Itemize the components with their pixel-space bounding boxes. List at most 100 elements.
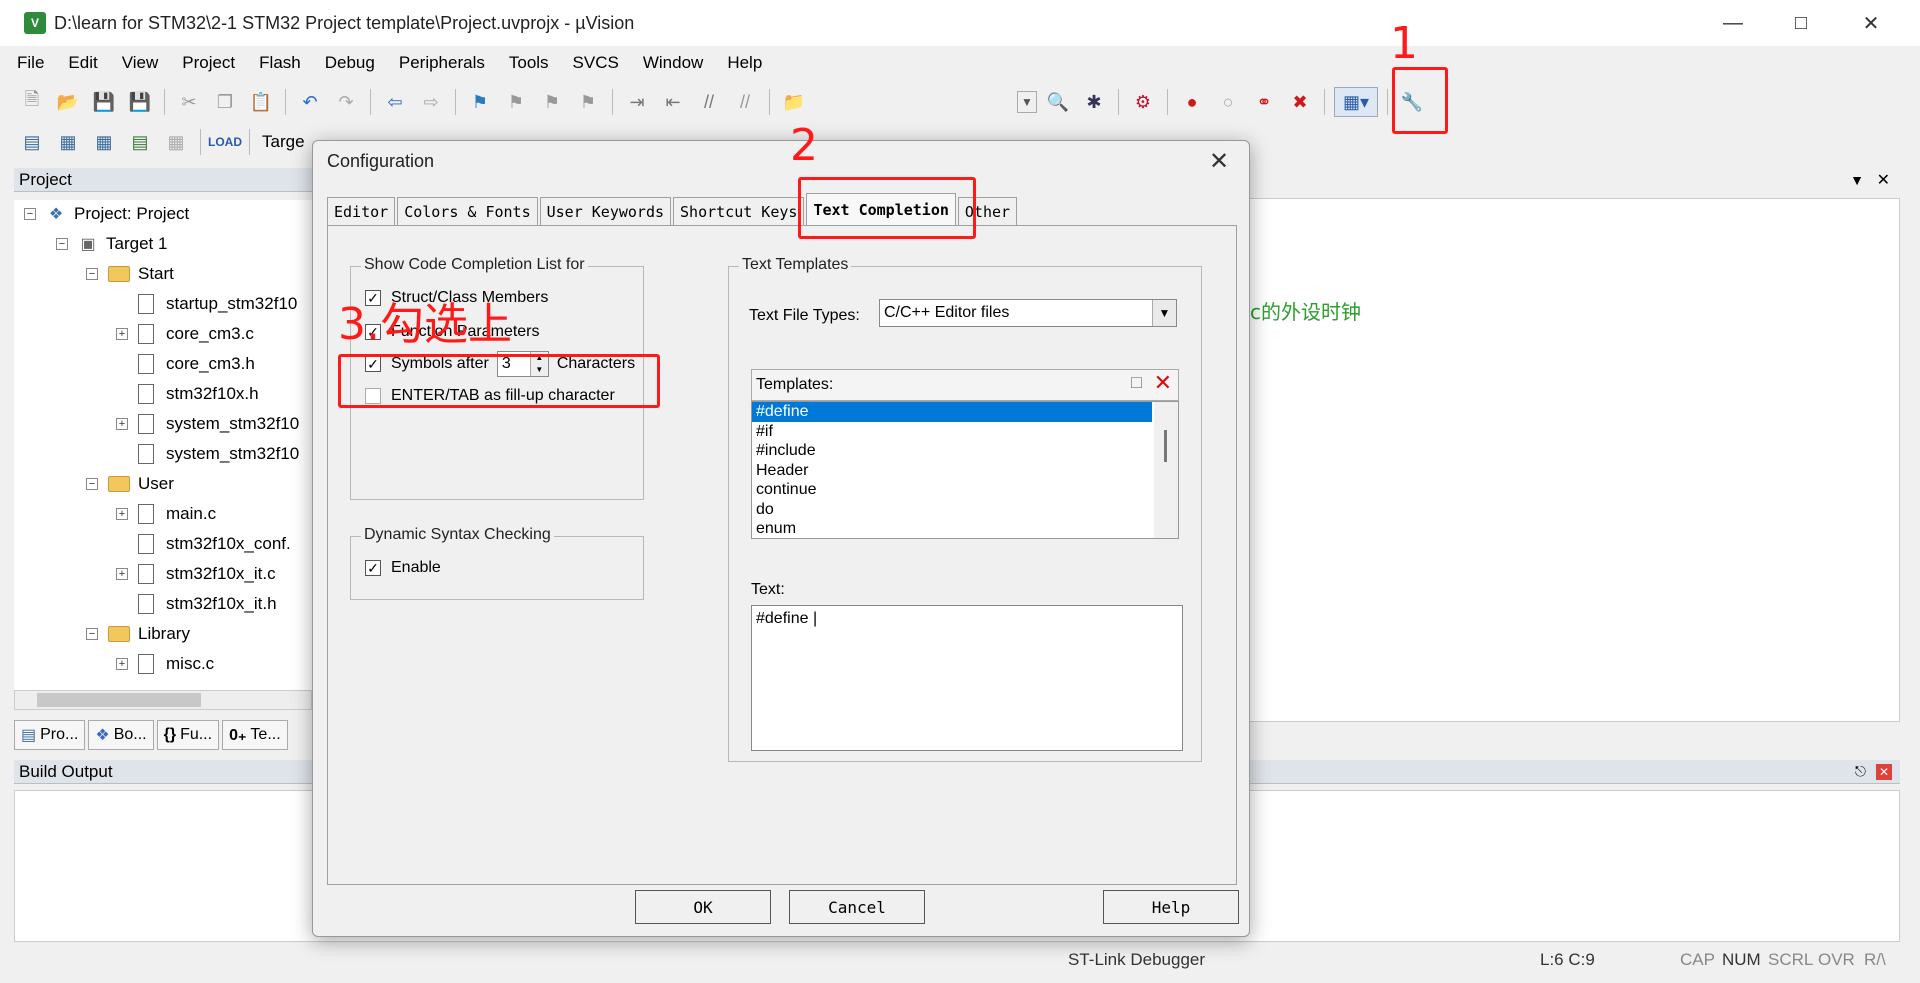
file-types-select[interactable]: C/C++ Editor files ▼ bbox=[879, 299, 1177, 327]
collapse-icon[interactable]: − bbox=[24, 208, 36, 220]
tab-books[interactable]: ❖ Bo... bbox=[88, 720, 154, 750]
collapse-icon[interactable]: − bbox=[86, 268, 98, 280]
collapse-icon[interactable]: − bbox=[56, 238, 68, 250]
tree-item[interactable]: startup_stm32f10 bbox=[138, 290, 297, 318]
stop-build-icon[interactable]: ▦ bbox=[161, 127, 191, 157]
menu-peripherals[interactable]: Peripherals bbox=[396, 53, 488, 73]
expand-icon[interactable]: + bbox=[116, 508, 128, 520]
close-panel-icon[interactable]: ✕ bbox=[1876, 763, 1892, 780]
unindent-icon[interactable]: ⇤ bbox=[658, 87, 688, 117]
bookmark-icon[interactable]: ⚑ bbox=[465, 87, 495, 117]
scrollbar-thumb[interactable] bbox=[37, 693, 201, 707]
menu-project[interactable]: Project bbox=[179, 53, 238, 73]
templates-scrollbar[interactable] bbox=[1154, 402, 1178, 538]
uncomment-icon[interactable]: // bbox=[730, 87, 760, 117]
download-icon[interactable]: LOAD bbox=[208, 127, 242, 157]
chevron-down-icon[interactable]: ▼ bbox=[1152, 300, 1176, 326]
next-bookmark-icon[interactable]: ⚑ bbox=[537, 87, 567, 117]
tab-project[interactable]: ▤ Pro... bbox=[14, 720, 86, 750]
expand-icon[interactable]: + bbox=[116, 328, 128, 340]
new-file-icon[interactable]: 🗎 bbox=[17, 87, 47, 117]
tree-item[interactable]: + system_stm32f10 bbox=[116, 410, 299, 438]
tab-user-keywords[interactable]: User Keywords bbox=[539, 197, 672, 225]
menu-tools[interactable]: Tools bbox=[506, 53, 552, 73]
tab-colors-fonts[interactable]: Colors & Fonts bbox=[397, 197, 538, 225]
target-select[interactable]: Targe bbox=[262, 132, 305, 152]
editor-close-icon[interactable]: ✕ bbox=[1877, 170, 1890, 190]
maximize-button[interactable]: □ bbox=[1778, 10, 1824, 36]
list-item[interactable]: do bbox=[752, 500, 1178, 520]
expand-icon[interactable]: + bbox=[116, 418, 128, 430]
tab-editor[interactable]: Editor bbox=[327, 197, 396, 225]
list-item[interactable]: #if bbox=[752, 422, 1178, 442]
template-text-area[interactable]: #define | bbox=[751, 605, 1183, 751]
dialog-close-icon[interactable]: ✕ bbox=[1205, 147, 1233, 176]
menu-file[interactable]: File bbox=[14, 53, 47, 73]
expand-icon[interactable]: + bbox=[116, 658, 128, 670]
tab-shortcut-keys[interactable]: Shortcut Keys bbox=[673, 197, 805, 225]
tree-item[interactable]: stm32f10x_conf. bbox=[138, 530, 291, 558]
clear-bookmarks-icon[interactable]: ⚑ bbox=[573, 87, 603, 117]
templates-list[interactable]: #define #if #include Header continue do … bbox=[751, 401, 1179, 539]
tree-item[interactable]: − ▣ Target 1 bbox=[56, 230, 167, 258]
find-icon[interactable]: 🔍 bbox=[1043, 87, 1073, 117]
close-window-button[interactable]: ✕ bbox=[1848, 10, 1894, 36]
incremental-find-icon[interactable]: ✱ bbox=[1079, 87, 1109, 117]
build-icon[interactable]: ▦ bbox=[53, 127, 83, 157]
tree-item[interactable]: core_cm3.h bbox=[138, 350, 255, 378]
nav-back-icon[interactable]: ⇦ bbox=[380, 87, 410, 117]
menu-edit[interactable]: Edit bbox=[65, 53, 100, 73]
tree-item[interactable]: system_stm32f10 bbox=[138, 440, 299, 468]
menu-flash[interactable]: Flash bbox=[256, 53, 304, 73]
breakpoint-icon[interactable]: ● bbox=[1177, 87, 1207, 117]
expand-icon[interactable]: + bbox=[116, 568, 128, 580]
tree-horizontal-scrollbar[interactable] bbox=[14, 690, 312, 710]
ok-button[interactable]: OK bbox=[635, 890, 771, 924]
menu-debug[interactable]: Debug bbox=[322, 53, 378, 73]
nav-forward-icon[interactable]: ⇨ bbox=[416, 87, 446, 117]
tree-item[interactable]: + misc.c bbox=[116, 650, 214, 678]
list-item[interactable]: enum bbox=[752, 519, 1178, 538]
cut-icon[interactable]: ✂ bbox=[174, 87, 204, 117]
tree-item[interactable]: + core_cm3.c bbox=[116, 320, 254, 348]
tree-item[interactable]: stm32f10x.h bbox=[138, 380, 259, 408]
tab-templates[interactable]: 0₊ Te... bbox=[222, 720, 288, 750]
tree-item[interactable]: − Start bbox=[86, 260, 174, 288]
list-item[interactable]: #define bbox=[752, 402, 1152, 422]
tree-item[interactable]: − ❖ Project: Project bbox=[24, 200, 189, 228]
paste-icon[interactable]: 📋 bbox=[246, 87, 276, 117]
tree-item[interactable]: − Library bbox=[86, 620, 190, 648]
syntax-enable-option[interactable]: ✓ Enable bbox=[365, 559, 441, 577]
tree-item[interactable]: + stm32f10x_it.c bbox=[116, 560, 276, 588]
indent-icon[interactable]: ⇥ bbox=[622, 87, 652, 117]
delete-template-icon[interactable]: ✕ bbox=[1154, 370, 1172, 396]
tree-item[interactable]: stm32f10x_it.h bbox=[138, 590, 277, 618]
pin-icon[interactable]: ⎋ bbox=[1855, 763, 1866, 780]
batch-build-icon[interactable]: ▤ bbox=[125, 127, 155, 157]
list-item[interactable]: Header bbox=[752, 461, 1178, 481]
debug-session-icon[interactable]: ⚙ bbox=[1128, 87, 1158, 117]
syntax-enable-checkbox[interactable]: ✓ bbox=[365, 560, 381, 576]
prev-bookmark-icon[interactable]: ⚑ bbox=[501, 87, 531, 117]
tree-item[interactable]: − User bbox=[86, 470, 174, 498]
cancel-button[interactable]: Cancel bbox=[789, 890, 925, 924]
menu-window[interactable]: Window bbox=[640, 53, 706, 73]
scrollbar-thumb[interactable] bbox=[1164, 430, 1167, 462]
find-in-files-icon[interactable]: 📁 bbox=[779, 87, 809, 117]
comment-icon[interactable]: // bbox=[694, 87, 724, 117]
dropdown-icon[interactable]: ▼ bbox=[1017, 91, 1037, 113]
list-item[interactable]: continue bbox=[752, 480, 1178, 500]
menu-view[interactable]: View bbox=[119, 53, 162, 73]
undo-icon[interactable]: ↶ bbox=[295, 87, 325, 117]
copy-icon[interactable]: ❐ bbox=[210, 87, 240, 117]
editor-dropdown-icon[interactable]: ▼ bbox=[1850, 172, 1864, 188]
kill-all-breakpoints-icon[interactable]: ✖ bbox=[1285, 87, 1315, 117]
save-icon[interactable]: 💾 bbox=[89, 87, 119, 117]
disable-all-breakpoints-icon[interactable]: ⚭ bbox=[1249, 87, 1279, 117]
rebuild-icon[interactable]: ▦ bbox=[89, 127, 119, 157]
tree-item[interactable]: + main.c bbox=[116, 500, 216, 528]
editor-area[interactable] bbox=[1248, 198, 1900, 722]
list-item[interactable]: #include bbox=[752, 441, 1178, 461]
minimize-button[interactable]: — bbox=[1710, 10, 1756, 36]
help-button[interactable]: Help bbox=[1103, 890, 1239, 924]
